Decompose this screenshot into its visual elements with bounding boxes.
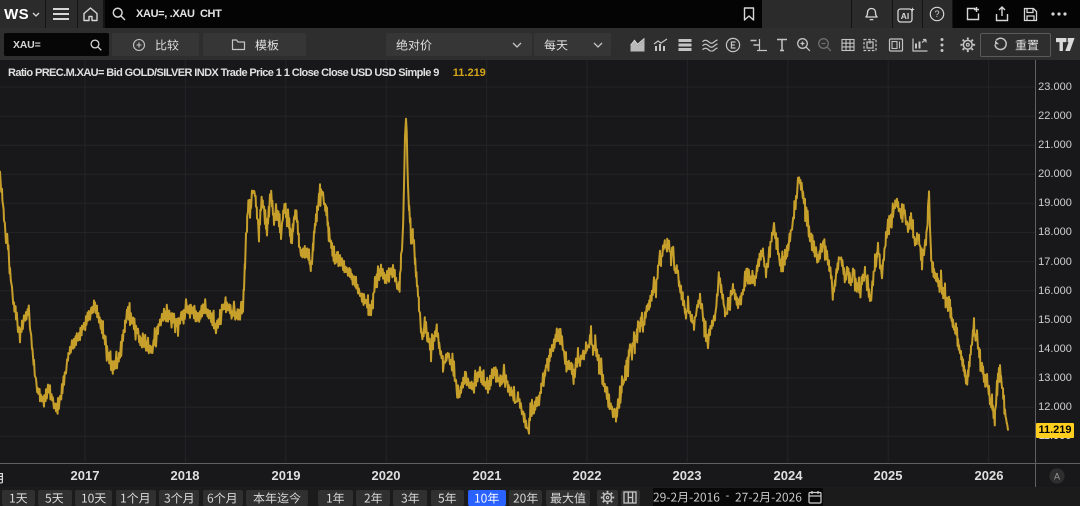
svg-text:A: A <box>1054 471 1060 481</box>
svg-text:AI: AI <box>901 11 910 21</box>
svg-text:?: ? <box>934 9 939 19</box>
